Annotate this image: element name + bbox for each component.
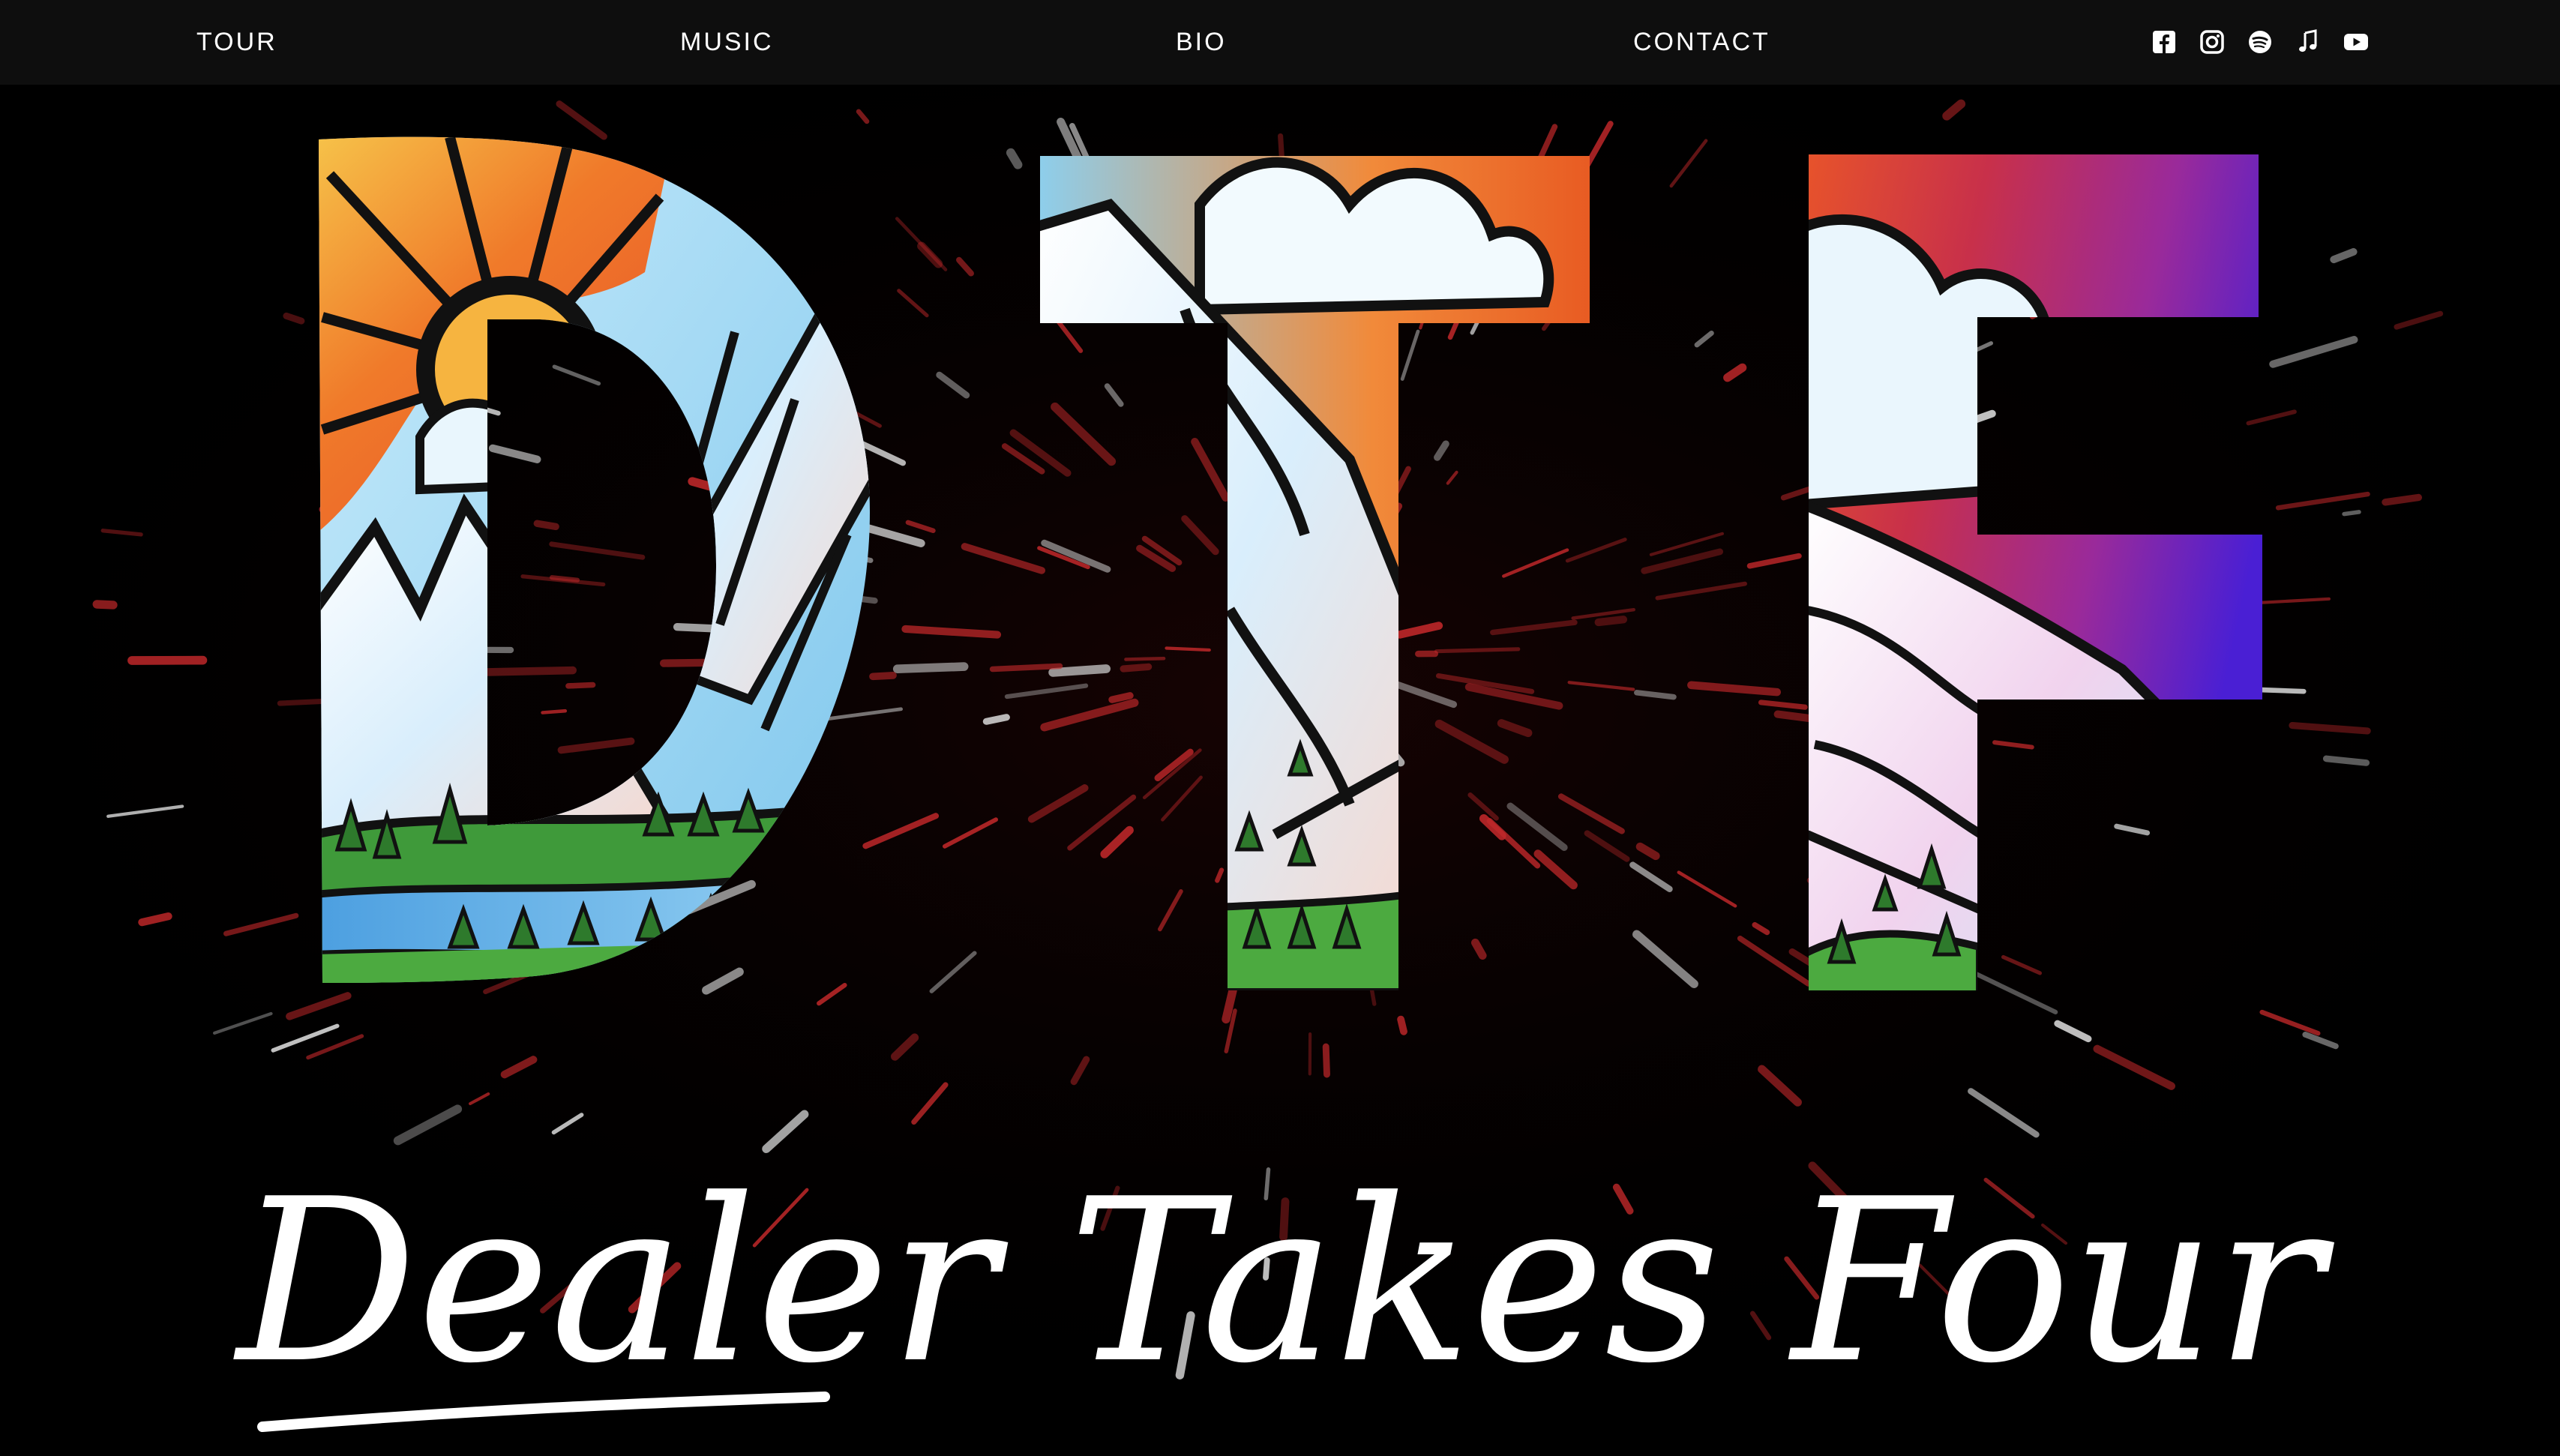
spark-streak [565,682,596,689]
spark-streak [1165,646,1211,652]
music-note-icon[interactable] [2295,28,2322,113]
nav-link-tour[interactable]: TOUR [196,0,277,85]
nav-link-contact[interactable]: CONTACT [1633,0,1770,85]
spark-streak [92,600,118,610]
spark-streak [283,312,305,325]
spotify-icon[interactable] [2247,28,2274,113]
spark-streak [1773,710,1813,723]
nav-link-music[interactable]: MUSIC [680,0,774,85]
spark-streak [1120,663,1153,673]
spark-streak [474,666,577,677]
top-nav: TOUR MUSIC BIO CONTACT [0,0,2560,85]
instagram-icon[interactable] [2199,28,2226,113]
spark-streak [982,714,1010,725]
hero: Dealer Takes Four [0,85,2560,1456]
spark-streak [1594,616,1628,627]
spark-streak [2382,493,2423,506]
spark-streak [1006,148,1023,169]
spark-streak [2322,755,2370,766]
spark-streak [1434,647,1521,654]
spark-streak [2342,510,2361,517]
nav-link-bio[interactable]: BIO [1176,0,1227,85]
spark-streak [541,709,568,715]
band-name-script: Dealer Takes Four [233,1151,2335,1413]
hero-artwork: Dealer Takes Four [0,85,2560,1456]
spark-streak [1108,692,1134,703]
spark-streak [549,575,580,583]
spark-streak [1397,1015,1407,1035]
spark-streak [1124,656,1166,661]
youtube-icon[interactable] [2343,28,2370,113]
spark-streak [989,663,1063,673]
facebook-icon[interactable] [2151,28,2178,113]
spark-streak [533,520,559,531]
spark-streak [1048,664,1111,677]
spark-streak [892,662,969,674]
